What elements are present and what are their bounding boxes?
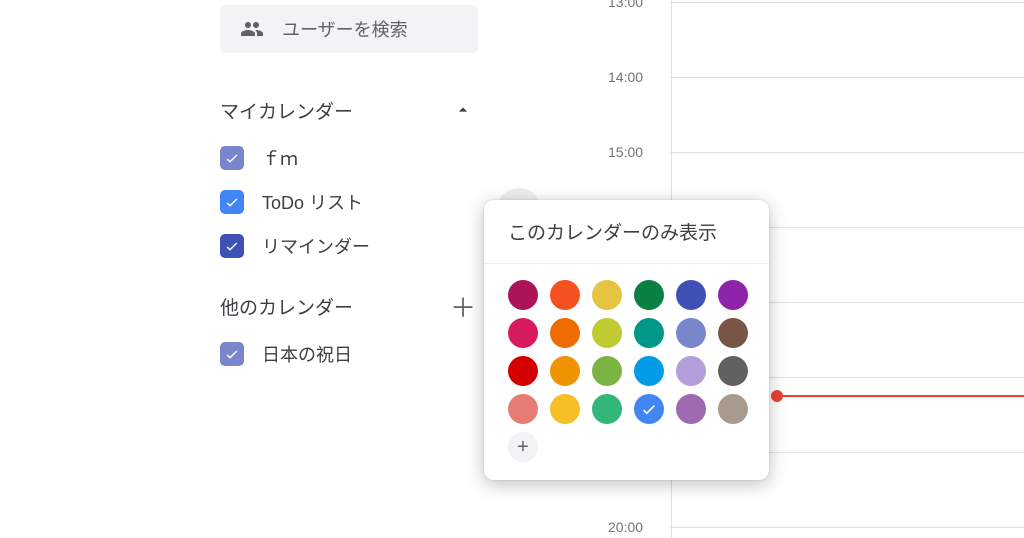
my-calendars-list: ｆｍ ToDo リスト リマインダー bbox=[220, 136, 480, 268]
color-swatch[interactable] bbox=[592, 394, 622, 424]
color-swatch[interactable] bbox=[718, 356, 748, 386]
color-swatch[interactable] bbox=[508, 280, 538, 310]
calendar-label: ToDo リスト bbox=[262, 189, 363, 215]
color-swatch[interactable] bbox=[550, 356, 580, 386]
color-swatch[interactable] bbox=[634, 394, 664, 424]
add-calendar-icon[interactable]: ＋ bbox=[450, 293, 476, 319]
calendar-checkbox[interactable] bbox=[220, 190, 244, 214]
color-swatch[interactable] bbox=[550, 318, 580, 348]
color-swatch-grid bbox=[484, 264, 769, 424]
chevron-up-icon bbox=[450, 97, 476, 123]
other-calendars-list: 日本の祝日 bbox=[220, 332, 480, 376]
other-calendars-header[interactable]: 他のカレンダー ＋ bbox=[220, 284, 476, 328]
my-calendars-title: マイカレンダー bbox=[220, 97, 353, 124]
time-label: 14:00 bbox=[608, 69, 643, 85]
time-label: 13:00 bbox=[608, 0, 643, 10]
calendar-item[interactable]: 日本の祝日 bbox=[220, 332, 480, 376]
color-swatch[interactable] bbox=[676, 394, 706, 424]
color-swatch[interactable] bbox=[550, 394, 580, 424]
color-swatch[interactable] bbox=[676, 356, 706, 386]
color-swatch[interactable] bbox=[592, 318, 622, 348]
time-label: 20:00 bbox=[608, 519, 643, 535]
calendar-label: リマインダー bbox=[262, 233, 370, 259]
search-people-button[interactable]: ユーザーを検索 bbox=[220, 5, 478, 53]
calendar-item[interactable]: リマインダー bbox=[220, 224, 480, 268]
color-swatch[interactable] bbox=[634, 356, 664, 386]
calendar-checkbox[interactable] bbox=[220, 342, 244, 366]
calendar-sidebar: ユーザーを検索 マイカレンダー ｆｍ ToDo リスト リマインダー 他の bbox=[220, 0, 480, 376]
color-swatch[interactable] bbox=[508, 356, 538, 386]
color-swatch[interactable] bbox=[718, 280, 748, 310]
color-swatch[interactable] bbox=[508, 394, 538, 424]
hour-line bbox=[670, 152, 1024, 153]
show-only-this-calendar[interactable]: このカレンダーのみ表示 bbox=[484, 200, 769, 264]
calendar-label: 日本の祝日 bbox=[262, 341, 352, 367]
color-swatch[interactable] bbox=[634, 318, 664, 348]
hour-line bbox=[670, 2, 1024, 3]
add-custom-color-button[interactable]: + bbox=[508, 432, 538, 462]
calendar-item[interactable]: ｆｍ bbox=[220, 136, 480, 180]
calendar-label: ｆｍ bbox=[262, 145, 298, 171]
color-swatch[interactable] bbox=[718, 318, 748, 348]
color-swatch[interactable] bbox=[676, 318, 706, 348]
color-swatch[interactable] bbox=[592, 356, 622, 386]
calendar-color-popover: このカレンダーのみ表示 + bbox=[484, 200, 769, 480]
popover-title: このカレンダーのみ表示 bbox=[508, 223, 717, 244]
calendar-checkbox[interactable] bbox=[220, 234, 244, 258]
my-calendars-header[interactable]: マイカレンダー bbox=[220, 88, 476, 132]
color-swatch[interactable] bbox=[676, 280, 706, 310]
calendar-item[interactable]: ToDo リスト bbox=[220, 180, 480, 224]
current-time-line bbox=[777, 395, 1024, 397]
color-swatch[interactable] bbox=[592, 280, 622, 310]
search-placeholder: ユーザーを検索 bbox=[282, 16, 408, 42]
color-swatch[interactable] bbox=[634, 280, 664, 310]
people-icon bbox=[240, 17, 264, 41]
current-time-dot bbox=[771, 390, 783, 402]
color-swatch[interactable] bbox=[550, 280, 580, 310]
hour-line bbox=[670, 77, 1024, 78]
color-swatch[interactable] bbox=[718, 394, 748, 424]
other-calendars-title: 他のカレンダー bbox=[220, 293, 353, 320]
calendar-checkbox[interactable] bbox=[220, 146, 244, 170]
color-swatch[interactable] bbox=[508, 318, 538, 348]
plus-icon: + bbox=[517, 436, 529, 459]
hour-line bbox=[670, 527, 1024, 528]
time-label: 15:00 bbox=[608, 144, 643, 160]
